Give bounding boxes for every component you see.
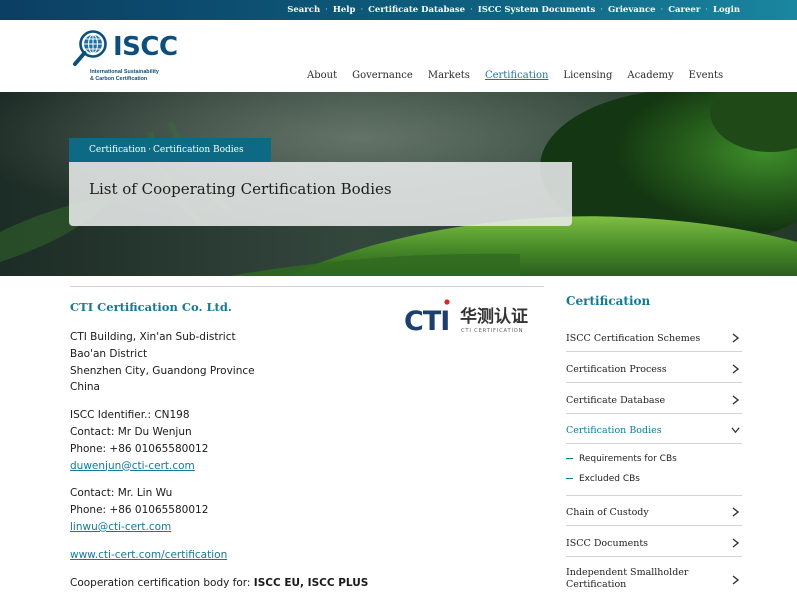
nav-events[interactable]: Events xyxy=(689,70,723,81)
sidebar-item-chain-of-custody[interactable]: Chain of Custody xyxy=(566,496,742,526)
sidebar-item-label: Certification Process xyxy=(566,364,667,375)
sidebar-item-label: Certificate Database xyxy=(566,395,666,406)
chevron-right-icon xyxy=(732,575,740,585)
logo-tagline-line2: & Carbon Certification xyxy=(90,75,148,82)
certification-body-name: CTI Certification Co. Ltd. xyxy=(70,300,232,314)
top-link-certificate-database[interactable]: Certificate Database xyxy=(368,5,465,15)
nav-governance[interactable]: Governance xyxy=(352,70,413,81)
sidebar-title: Certification xyxy=(566,294,651,308)
address-line: Shenzhen City, Guandong Province xyxy=(70,364,255,377)
iscc-identifier: ISCC Identifier.: CN198 xyxy=(70,409,190,422)
top-separator: · xyxy=(705,5,708,15)
top-utility-bar: Search · Help · Certificate Database · I… xyxy=(0,0,797,20)
top-separator: · xyxy=(360,5,364,15)
cti-logo-small: CTI CERTIFICATION xyxy=(461,328,523,334)
contact-phone: Phone: +86 01065580012 xyxy=(70,504,209,517)
chevron-right-icon xyxy=(732,395,740,405)
contact-phone: Phone: +86 01065580012 xyxy=(70,442,209,455)
certification-body-details: CTI Building, Xin'an Sub-district Bao'an… xyxy=(70,329,368,591)
top-link-system-documents[interactable]: ISCC System Documents xyxy=(478,5,595,15)
nav-markets[interactable]: Markets xyxy=(428,70,470,81)
chevron-right-icon xyxy=(732,333,740,343)
dash-icon xyxy=(566,457,573,460)
chevron-right-icon xyxy=(732,507,740,517)
top-link-search[interactable]: Search xyxy=(287,5,320,15)
dash-icon xyxy=(566,477,573,480)
chevron-down-icon xyxy=(731,427,740,434)
site-header: ISCC International Sustainability & Carb… xyxy=(0,20,797,92)
nav-academy[interactable]: Academy xyxy=(627,70,673,81)
sidebar-subitem-label: Excluded CBs xyxy=(579,474,640,484)
top-separator: · xyxy=(470,5,473,15)
website-link[interactable]: www.cti-cert.com/certification xyxy=(70,549,227,561)
sidebar-item-certification-bodies[interactable]: Certification Bodies xyxy=(566,414,742,444)
breadcrumb-separator: · xyxy=(148,145,152,155)
sidebar-item-label: ISCC Documents xyxy=(566,538,649,549)
address-line: Bao'an District xyxy=(70,347,148,360)
cti-logo-dot xyxy=(444,299,450,305)
page-title: List of Cooperating Certification Bodies xyxy=(89,180,392,198)
address-line: China xyxy=(70,381,100,394)
cooperation-schemes: ISCC EU, ISCC PLUS xyxy=(253,576,369,589)
nav-about[interactable]: About xyxy=(307,70,337,81)
sidebar-item-label: Certification Bodies xyxy=(566,425,662,436)
sidebar-item-label: Independent Smallholder Certification xyxy=(566,567,689,590)
cti-logo-chinese: 华测认证 xyxy=(460,306,528,327)
chevron-right-icon xyxy=(732,538,740,548)
content-divider xyxy=(70,286,544,287)
logo-wordmark: ISCC xyxy=(113,32,178,62)
sidebar-item-certificate-database[interactable]: Certificate Database xyxy=(566,384,742,414)
sidebar-item-label: Chain of Custody xyxy=(566,507,649,518)
sidebar-item-certification-schemes[interactable]: ISCC Certification Schemes xyxy=(566,322,742,352)
nav-certification[interactable]: Certification xyxy=(485,70,548,81)
breadcrumb-certification[interactable]: Certification xyxy=(89,145,146,155)
globe-magnifier-icon xyxy=(73,30,107,66)
sidebar-item-independent-smallholder[interactable]: Independent Smallholder Certification xyxy=(566,558,742,592)
sidebar-item-certification-process[interactable]: Certification Process xyxy=(566,353,742,383)
top-link-career[interactable]: Career xyxy=(668,5,700,15)
top-separator: · xyxy=(660,5,664,15)
nav-licensing[interactable]: Licensing xyxy=(563,70,612,81)
top-link-login[interactable]: Login xyxy=(713,5,740,15)
main-navigation: About Governance Markets Certification L… xyxy=(307,70,738,81)
cooperation-line: Cooperation certification body for: ISCC… xyxy=(70,575,368,592)
breadcrumb: Certification · Certification Bodies xyxy=(69,138,271,162)
breadcrumb-certification-bodies[interactable]: Certification Bodies xyxy=(153,145,244,155)
top-separator: · xyxy=(600,5,603,15)
top-link-help[interactable]: Help xyxy=(333,5,356,15)
logo-tagline-line1: International Sustainability xyxy=(90,69,159,75)
page-title-box: List of Cooperating Certification Bodies xyxy=(69,162,572,226)
top-separator: · xyxy=(325,5,328,15)
cooperation-label: Cooperation certification body for: xyxy=(70,576,254,589)
contact-email-link[interactable]: linwu@cti-cert.com xyxy=(70,521,171,533)
sidebar-subitem-requirements-for-cbs[interactable]: Requirements for CBs xyxy=(566,454,677,464)
contact-name: Contact: Mr Du Wenjun xyxy=(70,425,192,438)
chevron-right-icon xyxy=(732,364,740,374)
cti-logo-latin: CTI xyxy=(404,306,449,336)
logo-tagline: International Sustainability & Carbon Ce… xyxy=(90,69,159,82)
contact-name: Contact: Mr. Lin Wu xyxy=(70,487,173,500)
contact-email-link[interactable]: duwenjun@cti-cert.com xyxy=(70,460,195,472)
cti-logo: CTI 华测认证 CTI CERTIFICATION xyxy=(404,299,528,336)
sidebar-subitem-label: Requirements for CBs xyxy=(579,454,677,464)
sidebar-subitem-excluded-cbs[interactable]: Excluded CBs xyxy=(566,474,640,484)
sidebar-item-iscc-documents[interactable]: ISCC Documents xyxy=(566,527,742,557)
iscc-logo[interactable]: ISCC International Sustainability & Carb… xyxy=(69,28,189,84)
address-line: CTI Building, Xin'an Sub-district xyxy=(70,331,236,343)
sidebar-item-label: ISCC Certification Schemes xyxy=(566,333,701,344)
top-link-grievance[interactable]: Grievance xyxy=(608,5,656,15)
